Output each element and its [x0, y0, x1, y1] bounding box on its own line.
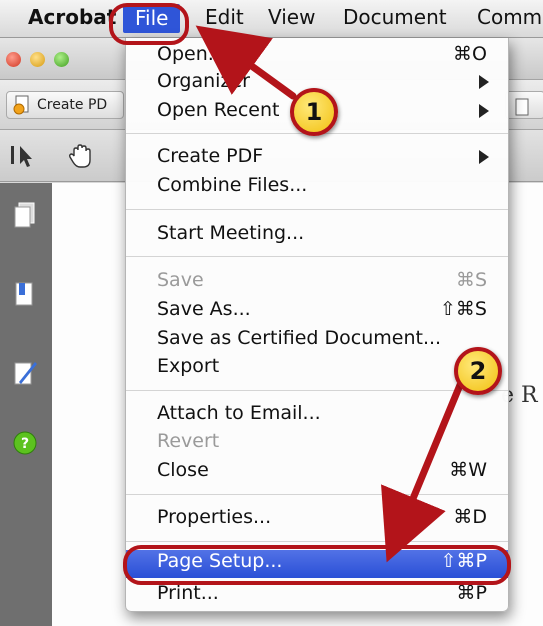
- step2-badge: 2: [454, 347, 502, 395]
- step2-arrow: [381, 381, 464, 563]
- step1-arrow: [195, 25, 297, 100]
- callout-arrows: [195, 25, 464, 563]
- step1-badge: 1: [290, 88, 338, 136]
